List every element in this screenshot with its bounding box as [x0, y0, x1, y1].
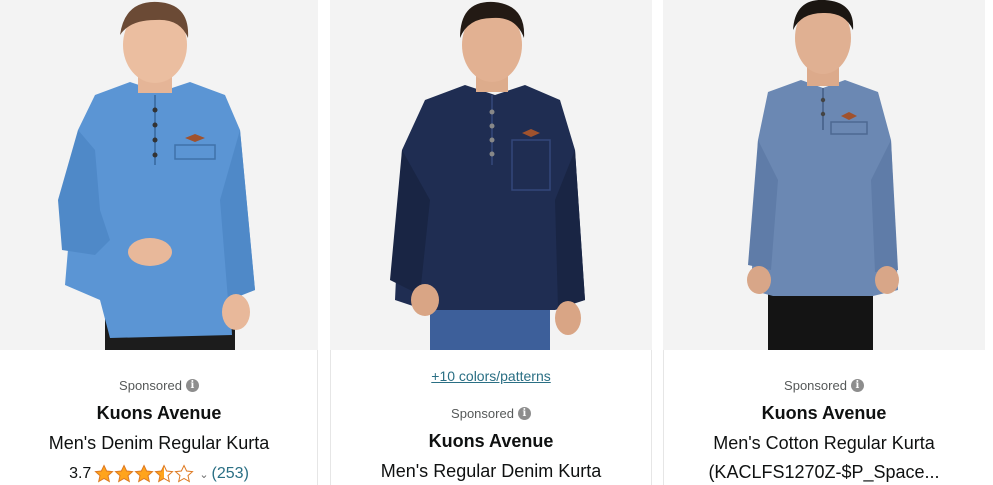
product-grid: Sponsored i Kuons Avenue Men's Denim Reg…	[0, 0, 993, 485]
product-image-3[interactable]	[663, 0, 985, 350]
product-title-3-line2[interactable]: (KACLFS1270Z-$P_Space...	[663, 458, 985, 485]
product-photo-1	[58, 1, 255, 350]
product-image-2[interactable]	[330, 0, 652, 350]
sponsored-label-1: Sponsored i	[0, 378, 318, 393]
product-image-1[interactable]	[0, 0, 318, 350]
rating-row-1: 3.7 ⌄ (253)	[0, 464, 318, 484]
card-divider	[651, 350, 652, 485]
info-icon[interactable]: i	[185, 379, 199, 392]
chevron-down-icon[interactable]: ⌄	[199, 468, 208, 481]
product-card-2: +10 colors/patterns Sponsored i Kuons Av…	[330, 0, 652, 485]
sponsored-text: Sponsored	[784, 378, 847, 393]
brand-name-3: Kuons Avenue	[761, 403, 887, 423]
product-card-3: Sponsored i Kuons Avenue Men's Cotton Re…	[663, 0, 985, 485]
product-card-1: Sponsored i Kuons Avenue Men's Denim Reg…	[0, 0, 318, 485]
star-icon	[174, 464, 195, 483]
product-title-1[interactable]: Men's Denim Regular Kurta	[0, 429, 318, 458]
colors-patterns-link[interactable]: +10 colors/patterns	[330, 368, 652, 384]
star-icon	[114, 464, 135, 483]
review-count-link[interactable]: (253)	[212, 465, 249, 483]
star-icon	[94, 464, 115, 483]
sponsored-label-2: Sponsored i	[330, 406, 652, 421]
sponsored-text: Sponsored	[119, 378, 182, 393]
product-photo-2	[390, 1, 585, 350]
product-photo-3	[747, 0, 899, 350]
product-title-3-line1[interactable]: Men's Cotton Regular Kurta	[663, 429, 985, 458]
rating-number: 3.7	[69, 465, 92, 482]
star-icon	[154, 464, 175, 483]
brand-name-2: Kuons Avenue	[428, 431, 554, 451]
card-divider	[330, 350, 331, 485]
card-divider	[663, 350, 664, 485]
star-icon	[134, 464, 155, 483]
sponsored-label-3: Sponsored i	[663, 378, 985, 393]
brand-name-1: Kuons Avenue	[96, 403, 222, 423]
info-icon[interactable]: i	[517, 407, 531, 420]
card-divider	[317, 350, 318, 485]
product-title-2[interactable]: Men's Regular Denim Kurta	[330, 457, 652, 485]
sponsored-text: Sponsored	[451, 406, 514, 421]
info-icon[interactable]: i	[850, 379, 864, 392]
star-rating-icon[interactable]	[94, 464, 195, 484]
